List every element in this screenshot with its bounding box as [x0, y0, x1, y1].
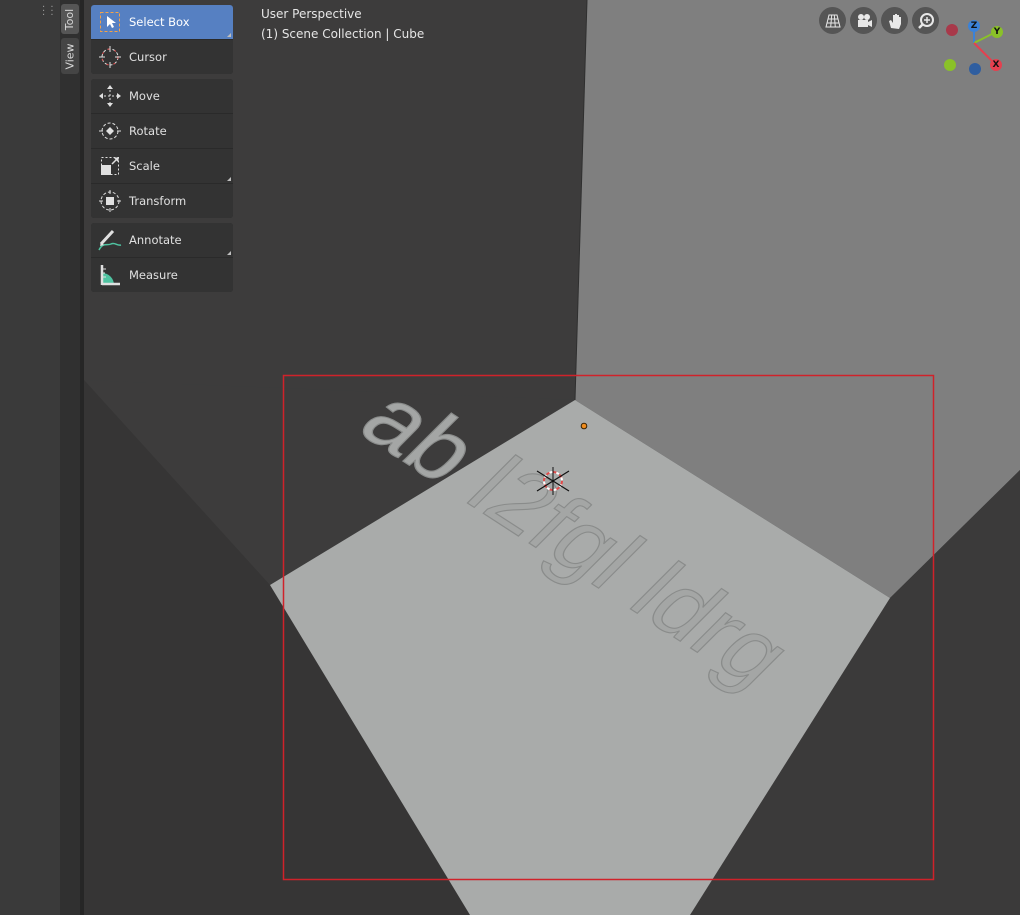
tab-view-label: View — [63, 42, 77, 70]
gizmo-neg-y-ball[interactable] — [944, 59, 956, 71]
pan-view-button[interactable] — [881, 7, 908, 34]
tool-label: Transform — [129, 194, 187, 208]
sidebar-tabs: Tool View — [60, 0, 80, 915]
tool-move[interactable]: Move — [91, 79, 233, 114]
tool-options-corner-icon — [227, 251, 231, 255]
tool-rotate[interactable]: Rotate — [91, 114, 233, 149]
tab-tool-label: Tool — [63, 8, 77, 30]
tool-transform[interactable]: Transform — [91, 184, 233, 218]
object-origin-dot — [580, 422, 588, 430]
tool-label: Cursor — [129, 50, 167, 64]
tool-group-transform: Move Rotate Scale Transform — [91, 79, 233, 218]
tool-label: Measure — [129, 268, 178, 282]
tab-tool[interactable]: Tool — [61, 4, 79, 34]
gizmo-x-label: X — [992, 60, 1000, 70]
gizmo-x-ball[interactable]: X — [990, 59, 1002, 71]
gizmo-y-label: Y — [993, 27, 1001, 37]
tool-cursor[interactable]: Cursor — [91, 40, 233, 74]
move-icon — [99, 85, 121, 107]
tool-group-annotate: Annotate Measure — [91, 223, 233, 292]
tool-annotate[interactable]: Annotate — [91, 223, 233, 258]
scale-icon — [101, 157, 119, 175]
pan-hand-icon — [888, 13, 901, 29]
tool-select-box[interactable]: Select Box — [91, 5, 233, 40]
cursor-icon — [99, 46, 121, 68]
gizmo-neg-z-ball[interactable] — [969, 63, 981, 75]
select-box-icon — [100, 12, 120, 32]
left-collapsed-region: · · · · · · — [0, 0, 60, 915]
annotate-icon — [98, 229, 122, 251]
view-perspective-label: User Perspective — [261, 7, 362, 21]
gizmo-neg-x-ball[interactable] — [946, 24, 958, 36]
tool-label: Annotate — [129, 233, 182, 247]
gizmo-y-ball[interactable]: Y — [991, 26, 1003, 38]
tool-label: Rotate — [129, 124, 167, 138]
blender-window: · · · · · · Tool View ab l2fgl ldrg Sele… — [0, 0, 1020, 915]
navigation-gizmo[interactable]: Z Y X — [938, 16, 1008, 78]
rotate-icon — [99, 122, 121, 140]
tool-label: Move — [129, 89, 160, 103]
grid-toggle-icon — [824, 14, 841, 27]
measure-icon — [100, 265, 120, 286]
tool-options-corner-icon — [227, 177, 231, 181]
camera-view-icon — [857, 13, 872, 27]
tab-view[interactable]: View — [61, 38, 79, 74]
camera-view-button[interactable] — [850, 7, 877, 34]
tool-group-select: Select Box Cursor — [91, 5, 233, 74]
tool-shelf: Select Box Cursor Move Rotate Scale Tran… — [91, 5, 233, 297]
zoom-view-button[interactable] — [912, 7, 939, 34]
tool-label: Select Box — [129, 15, 190, 29]
region-grip-icon[interactable]: · · · · · · — [42, 3, 55, 21]
tool-measure[interactable]: Measure — [91, 258, 233, 292]
gizmo-z-label: Z — [970, 21, 978, 31]
gizmo-z-ball[interactable]: Z — [968, 20, 980, 32]
scene-collection-label: (1) Scene Collection | Cube — [261, 27, 425, 41]
toggle-grid-button[interactable] — [819, 7, 846, 34]
tool-scale[interactable]: Scale — [91, 149, 233, 184]
transform-icon — [99, 190, 121, 212]
zoom-icon — [917, 12, 934, 29]
tool-options-corner-icon — [227, 33, 231, 37]
tool-label: Scale — [129, 159, 160, 173]
